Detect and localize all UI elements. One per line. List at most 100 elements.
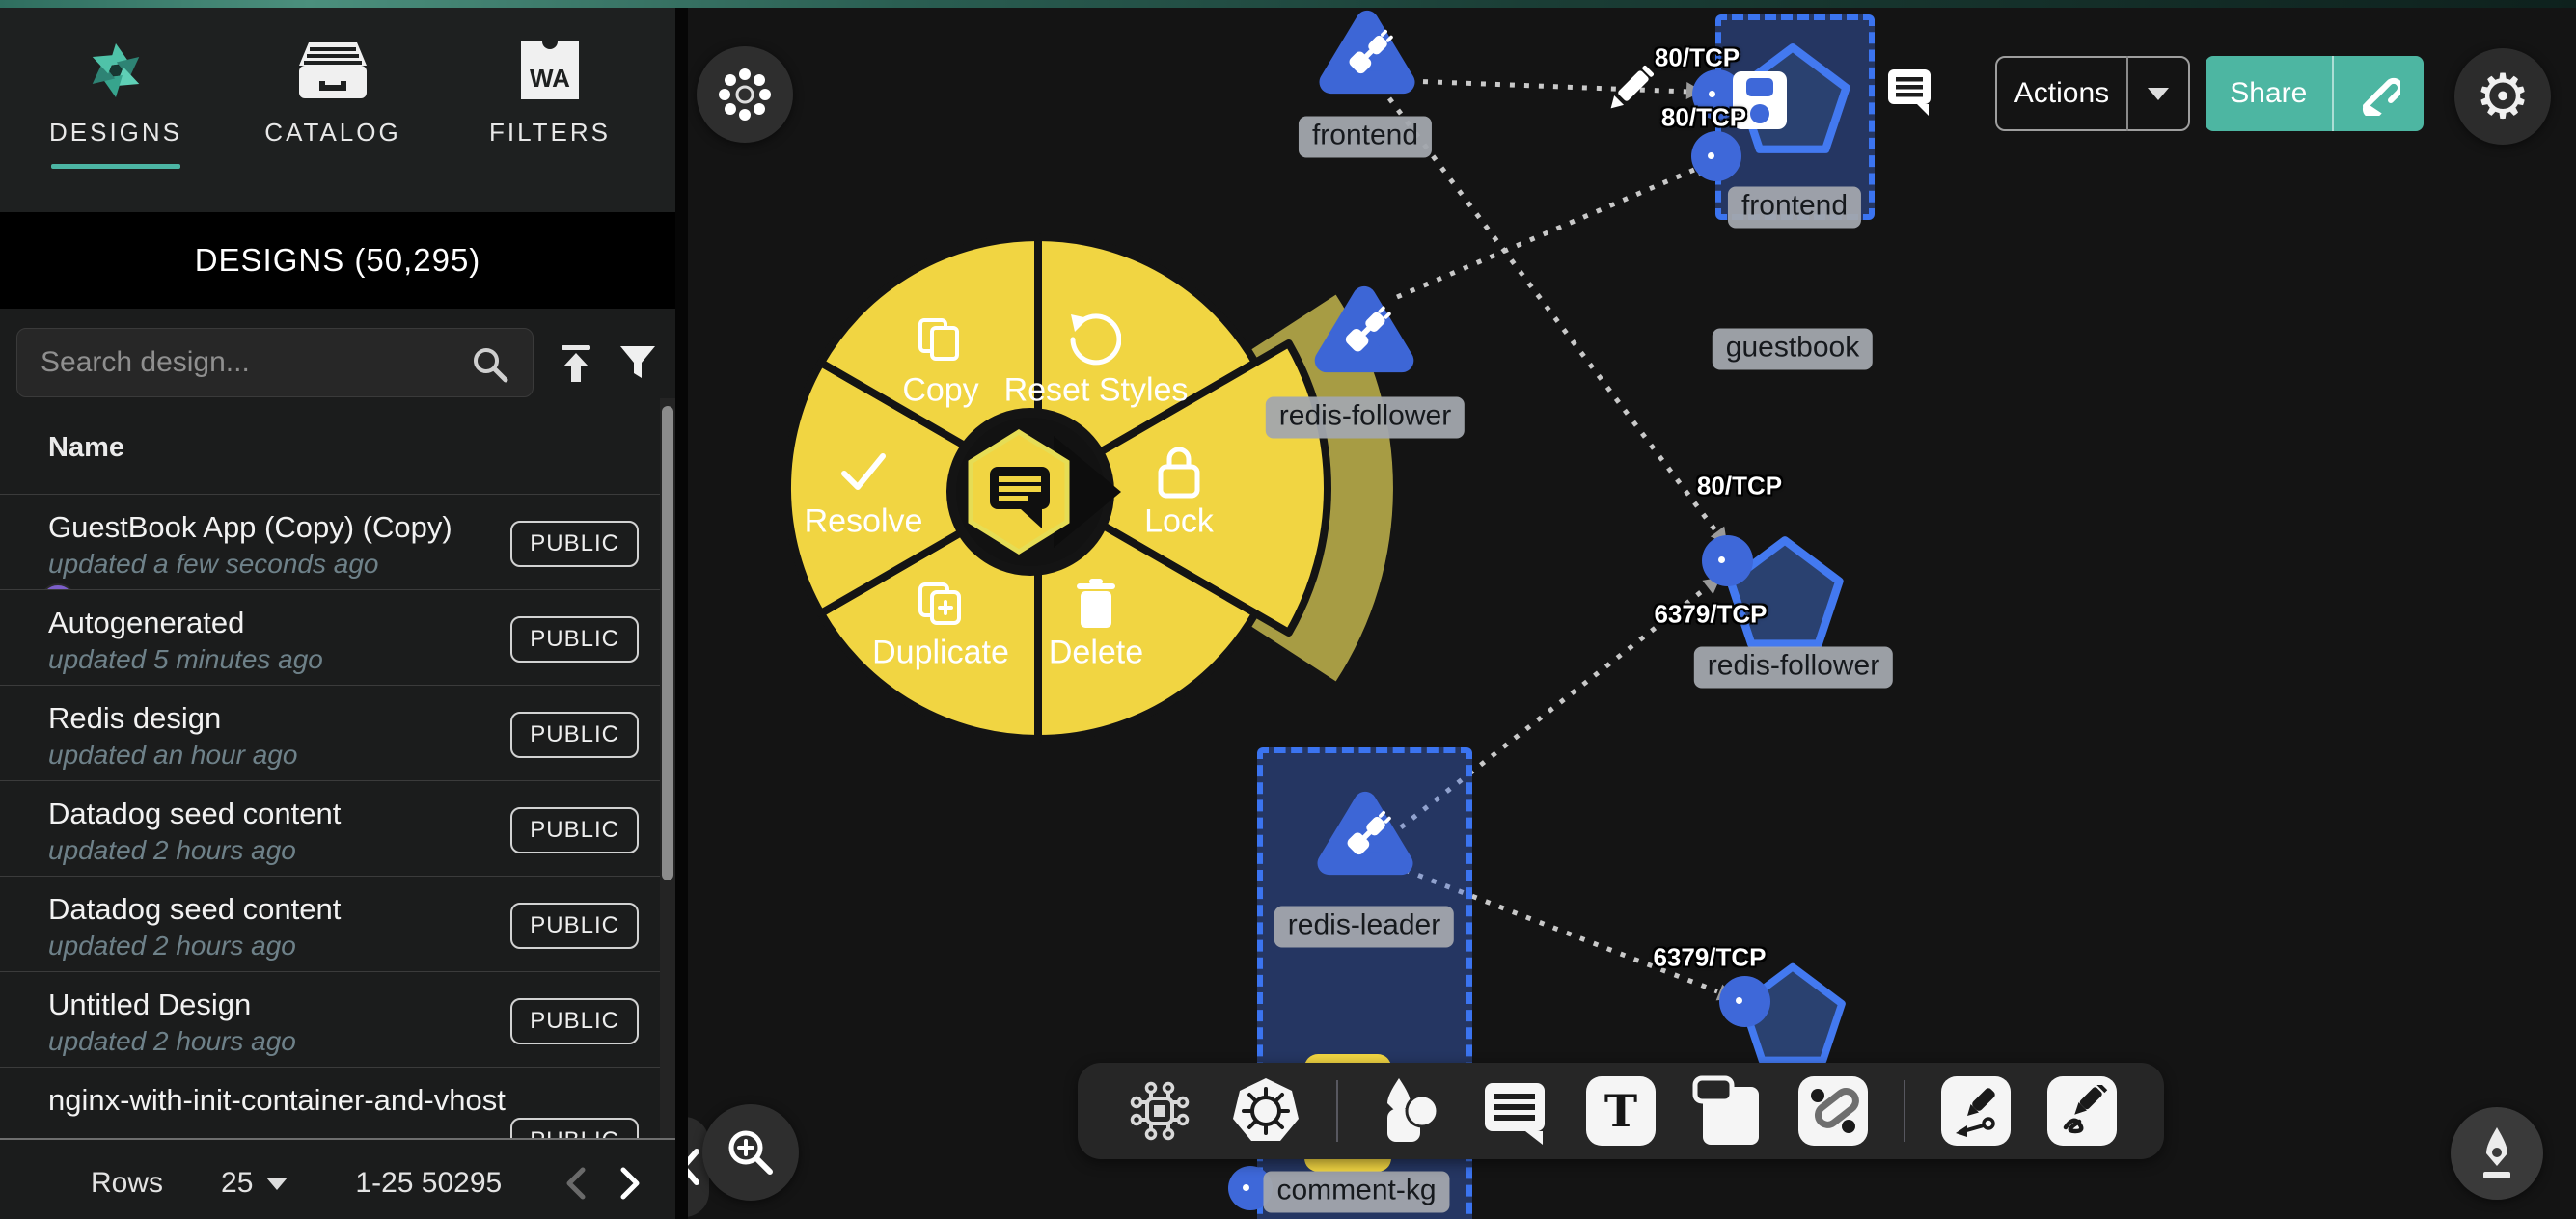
tab-catalog-label: CATALOG xyxy=(241,118,425,148)
prev-page-button[interactable] xyxy=(562,1164,590,1203)
design-row[interactable]: Redis design updated an hour ago PUBLIC xyxy=(0,685,660,780)
visibility-badge[interactable]: PUBLIC xyxy=(510,712,639,758)
design-updated: updated an hour ago xyxy=(48,740,297,771)
guestbook-group-label: guestbook xyxy=(1713,329,1873,370)
radial-label-lock[interactable]: Lock xyxy=(1144,503,1214,541)
share-button[interactable]: Share xyxy=(2206,56,2424,131)
edge-label-80tcp-3: 80/TCP xyxy=(1697,472,1782,501)
settings-button[interactable]: ⚙ xyxy=(2454,48,2551,145)
active-tab-underline xyxy=(51,164,180,169)
sidebar-scrollbar[interactable] xyxy=(660,398,675,1138)
chevron-down-icon xyxy=(266,1178,288,1190)
design-row[interactable]: GuestBook App (Copy) (Copy) updated a fe… xyxy=(0,494,660,589)
visibility-badge[interactable]: PUBLIC xyxy=(510,807,639,853)
edge-label-80tcp-1: 80/TCP xyxy=(1655,43,1740,73)
design-row[interactable]: Untitled Design updated 2 hours ago PUBL… xyxy=(0,971,660,1067)
sidebar-scrollbar-thumb[interactable] xyxy=(662,406,673,880)
edge-label-6379tcp-2: 6379/TCP xyxy=(1653,943,1766,973)
guestbook-port-2[interactable] xyxy=(1691,131,1741,181)
tab-designs[interactable]: DESIGNS xyxy=(24,37,207,148)
tab-catalog[interactable]: CATALOG xyxy=(241,37,425,148)
redis-follower-port[interactable] xyxy=(1702,535,1753,586)
design-name: GuestBook App (Copy) (Copy) xyxy=(48,510,452,545)
search-icon[interactable] xyxy=(471,345,509,384)
link-tool-square xyxy=(1798,1076,1868,1146)
text-tool[interactable]: T xyxy=(1585,1075,1657,1147)
frontend-service-node[interactable] xyxy=(1314,5,1420,99)
search-input[interactable] xyxy=(16,328,534,397)
chevron-down-icon xyxy=(2148,88,2169,100)
comment-bubble-icon[interactable] xyxy=(1886,68,1934,116)
kubernetes-icon xyxy=(1230,1075,1302,1147)
radial-hub-pointer xyxy=(1054,436,1121,548)
visibility-badge[interactable]: PUBLIC xyxy=(510,616,639,663)
column-header-name: Name xyxy=(48,432,124,464)
panel-header: DESIGNS (50,295) xyxy=(0,212,675,309)
tab-filters[interactable]: WA FILTERS xyxy=(458,37,642,148)
shapes-icon xyxy=(1374,1076,1443,1146)
zoom-in-icon xyxy=(724,1125,778,1179)
design-list: GuestBook App (Copy) (Copy) updated a fe… xyxy=(0,480,660,1138)
wasm-filter-icon: WA xyxy=(458,37,642,104)
edge-pen-tool[interactable] xyxy=(1940,1075,2012,1147)
zoom-in-button[interactable] xyxy=(702,1104,799,1201)
draw-pen-tool[interactable] xyxy=(2046,1075,2118,1147)
design-row[interactable]: Datadog seed content updated 2 hours ago… xyxy=(0,876,660,971)
kubernetes-tool[interactable] xyxy=(1230,1075,1302,1147)
filter-funnel-icon[interactable] xyxy=(617,343,658,384)
design-row[interactable]: nginx-with-init-container-and-vhost PUBL… xyxy=(0,1067,660,1138)
next-page-button[interactable] xyxy=(616,1164,644,1203)
edge-label-80tcp-2: 80/TCP xyxy=(1661,103,1746,133)
radial-label-resolve[interactable]: Resolve xyxy=(805,503,923,541)
design-name: nginx-with-init-container-and-vhost xyxy=(48,1083,506,1118)
gear-icon: ⚙ xyxy=(2475,66,2530,127)
visibility-badge[interactable]: PUBLIC xyxy=(510,998,639,1044)
link-icon xyxy=(2356,71,2400,116)
search-row xyxy=(0,309,675,413)
radial-label-delete[interactable]: Delete xyxy=(1049,635,1143,672)
radial-label-duplicate[interactable]: Duplicate xyxy=(872,635,1009,672)
toolbar-divider xyxy=(1904,1080,1905,1142)
rows-per-page-value: 25 xyxy=(221,1167,253,1200)
tab-filters-label: FILTERS xyxy=(458,118,642,148)
note-icon xyxy=(1691,1075,1763,1147)
radial-label-reset-styles[interactable]: Reset Styles xyxy=(1004,372,1189,410)
visibility-badge[interactable]: PUBLIC xyxy=(510,1118,639,1138)
radial-hub xyxy=(951,413,1110,571)
toolbar-divider xyxy=(1336,1080,1338,1142)
circuit-icon xyxy=(1128,1079,1192,1143)
rows-per-page-select[interactable]: 25 xyxy=(221,1167,288,1200)
note-tool[interactable] xyxy=(1691,1075,1763,1147)
components-tool[interactable] xyxy=(1124,1075,1195,1147)
actions-dropdown-button[interactable] xyxy=(2128,88,2188,100)
redis-leader-service-node[interactable] xyxy=(1312,783,1418,883)
design-updated: updated 2 hours ago xyxy=(48,835,296,866)
copy-link-button[interactable] xyxy=(2334,71,2424,116)
lock-icon xyxy=(1153,444,1205,500)
rows-label: Rows xyxy=(91,1167,163,1200)
bottom-pod-port[interactable] xyxy=(1719,976,1770,1027)
link-tool[interactable] xyxy=(1797,1075,1869,1147)
visibility-badge[interactable]: PUBLIC xyxy=(510,521,639,567)
comment-node-hex[interactable] xyxy=(971,432,1067,552)
edge-label-6379tcp-1: 6379/TCP xyxy=(1654,600,1767,630)
redis-follower-service-node[interactable] xyxy=(1309,278,1419,381)
design-row[interactable]: Datadog seed content updated 2 hours ago… xyxy=(0,780,660,876)
radial-label-copy[interactable]: Copy xyxy=(902,372,978,410)
design-updated: updated 5 minutes ago xyxy=(48,644,323,675)
shapes-tool[interactable] xyxy=(1373,1075,1444,1147)
upload-publish-icon[interactable] xyxy=(556,343,596,384)
actions-button[interactable]: Actions xyxy=(1995,56,2190,131)
app-window: Copy Reset Styles Resolve Lock Duplicate… xyxy=(0,0,2576,1219)
dot-grid-button[interactable] xyxy=(697,46,793,143)
design-row[interactable]: Autogenerated updated 5 minutes ago PUBL… xyxy=(0,589,660,685)
design-name: Datadog seed content xyxy=(48,892,341,927)
comment-tool-icon xyxy=(1481,1077,1548,1145)
visibility-badge[interactable]: PUBLIC xyxy=(510,903,639,949)
comment-glyph-icon xyxy=(990,467,1050,528)
edit-pencil-icon[interactable] xyxy=(1603,64,1654,120)
comment-tool[interactable] xyxy=(1479,1075,1550,1147)
design-name: Untitled Design xyxy=(48,988,251,1022)
designs-sidebar: DESIGNS CATALOG xyxy=(0,8,675,1219)
pen-mode-button[interactable] xyxy=(2451,1107,2543,1200)
